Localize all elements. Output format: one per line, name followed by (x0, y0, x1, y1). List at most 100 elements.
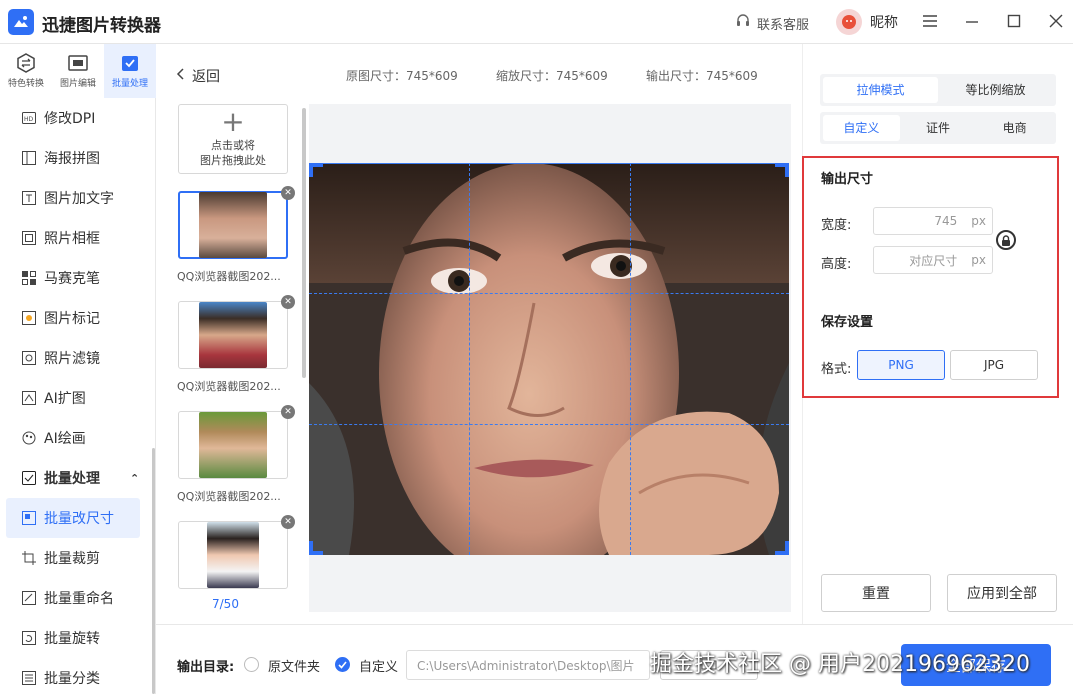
crop-handle[interactable] (309, 163, 323, 177)
ai-paint-icon (22, 431, 36, 445)
menu-item-classify[interactable]: 批量分类 (0, 658, 150, 694)
batch-group-icon (22, 471, 36, 485)
grid-line (630, 163, 631, 555)
width-value: 745 (934, 214, 958, 228)
remove-file-icon[interactable]: ✕ (281, 405, 295, 419)
minimize-icon[interactable] (961, 10, 983, 32)
height-unit: px (971, 253, 986, 267)
thumbnail-image (199, 412, 267, 478)
mosaic-icon (22, 271, 36, 285)
file-thumbnail[interactable] (178, 411, 288, 479)
menu-item-rotate[interactable]: 批量旋转 (0, 618, 150, 658)
output-size-title: 输出尺寸 (821, 172, 874, 187)
save-settings-title: 保存设置 (821, 315, 874, 330)
remove-file-icon[interactable]: ✕ (281, 515, 295, 529)
crop-border (309, 163, 789, 164)
topnav-label: 批量处理 (111, 79, 148, 89)
maximize-icon[interactable] (1003, 10, 1025, 32)
menu-group-label: 批量处理 (44, 471, 100, 487)
convert-icon (16, 53, 36, 73)
grid-line (309, 424, 789, 425)
menu-icon[interactable] (919, 10, 941, 32)
menu-item-mosaic[interactable]: 马赛克笔 (0, 258, 150, 298)
menu-label: 批量分类 (44, 671, 100, 687)
menu-group-batch[interactable]: 批量处理 ⌃ (0, 458, 150, 498)
format-jpg-button[interactable]: JPG (950, 350, 1038, 380)
file-thumbnail[interactable] (178, 191, 288, 259)
remove-file-icon[interactable]: ✕ (281, 295, 295, 309)
output-path-input[interactable]: C:\Users\Administrator\Desktop\图片 (406, 650, 650, 680)
support-link[interactable]: 联系客服 (735, 13, 809, 33)
crop-handle[interactable] (775, 163, 789, 177)
remove-file-icon[interactable]: ✕ (281, 186, 295, 200)
back-button[interactable]: 返回 (176, 66, 220, 86)
headset-icon (735, 13, 751, 33)
menu-item-mark[interactable]: 图片标记 (0, 298, 150, 338)
sidebar-scrollbar[interactable] (152, 448, 155, 694)
filter-icon (22, 351, 36, 365)
topnav-convert[interactable]: 特色转换 (0, 44, 52, 98)
menu-item-ai-expand[interactable]: AI扩图 (0, 378, 150, 418)
thumbnail-image (199, 192, 267, 258)
menu-item-rename[interactable]: 批量重命名 (0, 578, 150, 618)
file-count: 7/50 (212, 597, 239, 611)
text-icon (22, 191, 36, 205)
tab-ecommerce[interactable]: 电商 (976, 115, 1053, 141)
reset-button[interactable]: 重置 (821, 574, 931, 612)
format-png-button[interactable]: PNG (857, 350, 945, 380)
output-size: 输出尺寸：745*609 (646, 69, 758, 83)
radio-custom-folder[interactable] (335, 657, 350, 672)
tab-proportional[interactable]: 等比例缩放 (938, 77, 1053, 103)
add-hint-line1: 点击或将 (211, 139, 255, 152)
menu-label: 照片滤镜 (44, 351, 100, 367)
classify-icon (22, 671, 36, 685)
nickname[interactable]: 昵称 (870, 12, 898, 32)
lock-icon[interactable] (996, 230, 1016, 250)
chevron-left-icon (176, 68, 184, 84)
menu-label: 图片加文字 (44, 191, 114, 207)
top-nav: 特色转换 图片编辑 批量处理 (0, 44, 156, 98)
preview-image[interactable] (309, 163, 789, 555)
radio-original-folder[interactable] (244, 657, 259, 672)
side-menu: HD 修改DPI 海报拼图 图片加文字 照片相框 马赛克笔 图片标记 照片滤镜 A… (0, 98, 150, 694)
file-thumbnail[interactable] (178, 301, 288, 369)
preset-tabs: 自定义 证件 电商 (820, 112, 1056, 144)
menu-item-ai-paint[interactable]: AI绘画 (0, 418, 150, 458)
menu-item-filter[interactable]: 照片滤镜 (0, 338, 150, 378)
menu-item-text[interactable]: 图片加文字 (0, 178, 150, 218)
file-list-scrollbar[interactable] (302, 108, 306, 378)
original-size: 原图尺寸：745*609 (346, 69, 458, 83)
height-field[interactable]: 对应尺寸 px (873, 246, 993, 274)
menu-item-frame[interactable]: 照片相框 (0, 218, 150, 258)
width-field[interactable]: 745 px (873, 207, 993, 235)
rename-icon (22, 591, 36, 605)
width-label: 宽度: (821, 218, 852, 233)
support-label: 联系客服 (757, 17, 810, 33)
mark-icon (22, 311, 36, 325)
apply-all-button[interactable]: 应用到全部 (947, 574, 1057, 612)
tab-id-photo[interactable]: 证件 (900, 115, 977, 141)
menu-item-poster[interactable]: 海报拼图 (0, 138, 150, 178)
avatar[interactable] (836, 9, 862, 35)
topnav-edit[interactable]: 图片编辑 (52, 44, 104, 98)
menu-item-crop[interactable]: 批量裁剪 (0, 538, 150, 578)
crop-handle[interactable] (775, 541, 789, 555)
menu-item-dpi[interactable]: HD 修改DPI (0, 98, 150, 138)
back-label: 返回 (192, 69, 220, 85)
grid-line (309, 293, 789, 294)
close-icon[interactable] (1045, 10, 1067, 32)
crop-handle[interactable] (309, 541, 323, 555)
frame-icon (22, 231, 36, 245)
menu-item-resize[interactable]: 批量改尺寸 (6, 498, 140, 538)
menu-label: 批量裁剪 (44, 551, 100, 567)
svg-text:HD: HD (24, 116, 34, 123)
add-image-button[interactable]: + 点击或将 图片拖拽此处 (178, 104, 288, 174)
batch-icon (120, 53, 140, 73)
topnav-batch[interactable]: 批量处理 (104, 44, 156, 98)
thumbnail-image (199, 302, 267, 368)
file-caption: QQ浏览器截图202... (177, 270, 281, 283)
menu-label: 批量改尺寸 (44, 511, 114, 527)
file-thumbnail[interactable] (178, 521, 288, 589)
tab-stretch[interactable]: 拉伸模式 (823, 77, 938, 103)
tab-custom[interactable]: 自定义 (823, 115, 900, 141)
